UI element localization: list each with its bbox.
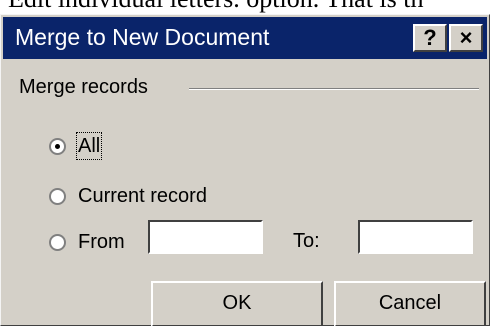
radio-option-from[interactable]: From <box>49 227 125 257</box>
background-document-text: Edit individual letters. option. That is… <box>8 0 423 12</box>
help-icon[interactable]: ? <box>413 24 447 52</box>
radio-option-current-record[interactable]: Current record <box>49 181 207 211</box>
radio-button-selected-icon[interactable] <box>49 137 66 155</box>
page: Edit individual letters. option. That is… <box>0 0 490 326</box>
group-divider <box>189 88 479 90</box>
close-icon[interactable]: × <box>449 24 483 52</box>
radio-button-icon[interactable] <box>49 187 66 205</box>
all-label: All <box>75 132 103 160</box>
to-label: To: <box>293 230 320 252</box>
dialog-title: Merge to New Document <box>15 24 270 50</box>
current-record-label: Current record <box>78 185 207 207</box>
to-input[interactable] <box>358 220 473 254</box>
from-input[interactable] <box>148 220 263 254</box>
ok-button[interactable]: OK <box>151 281 323 326</box>
merge-records-label: Merge records <box>19 76 148 98</box>
radio-option-all[interactable]: All <box>49 131 103 161</box>
dialog-titlebar[interactable]: Merge to New Document ? × <box>3 17 487 59</box>
cancel-button[interactable]: Cancel <box>334 281 486 326</box>
from-label: From <box>78 231 125 253</box>
radio-button-icon[interactable] <box>49 233 66 251</box>
merge-to-new-document-dialog: Merge to New Document ? × Merge records … <box>0 14 490 326</box>
